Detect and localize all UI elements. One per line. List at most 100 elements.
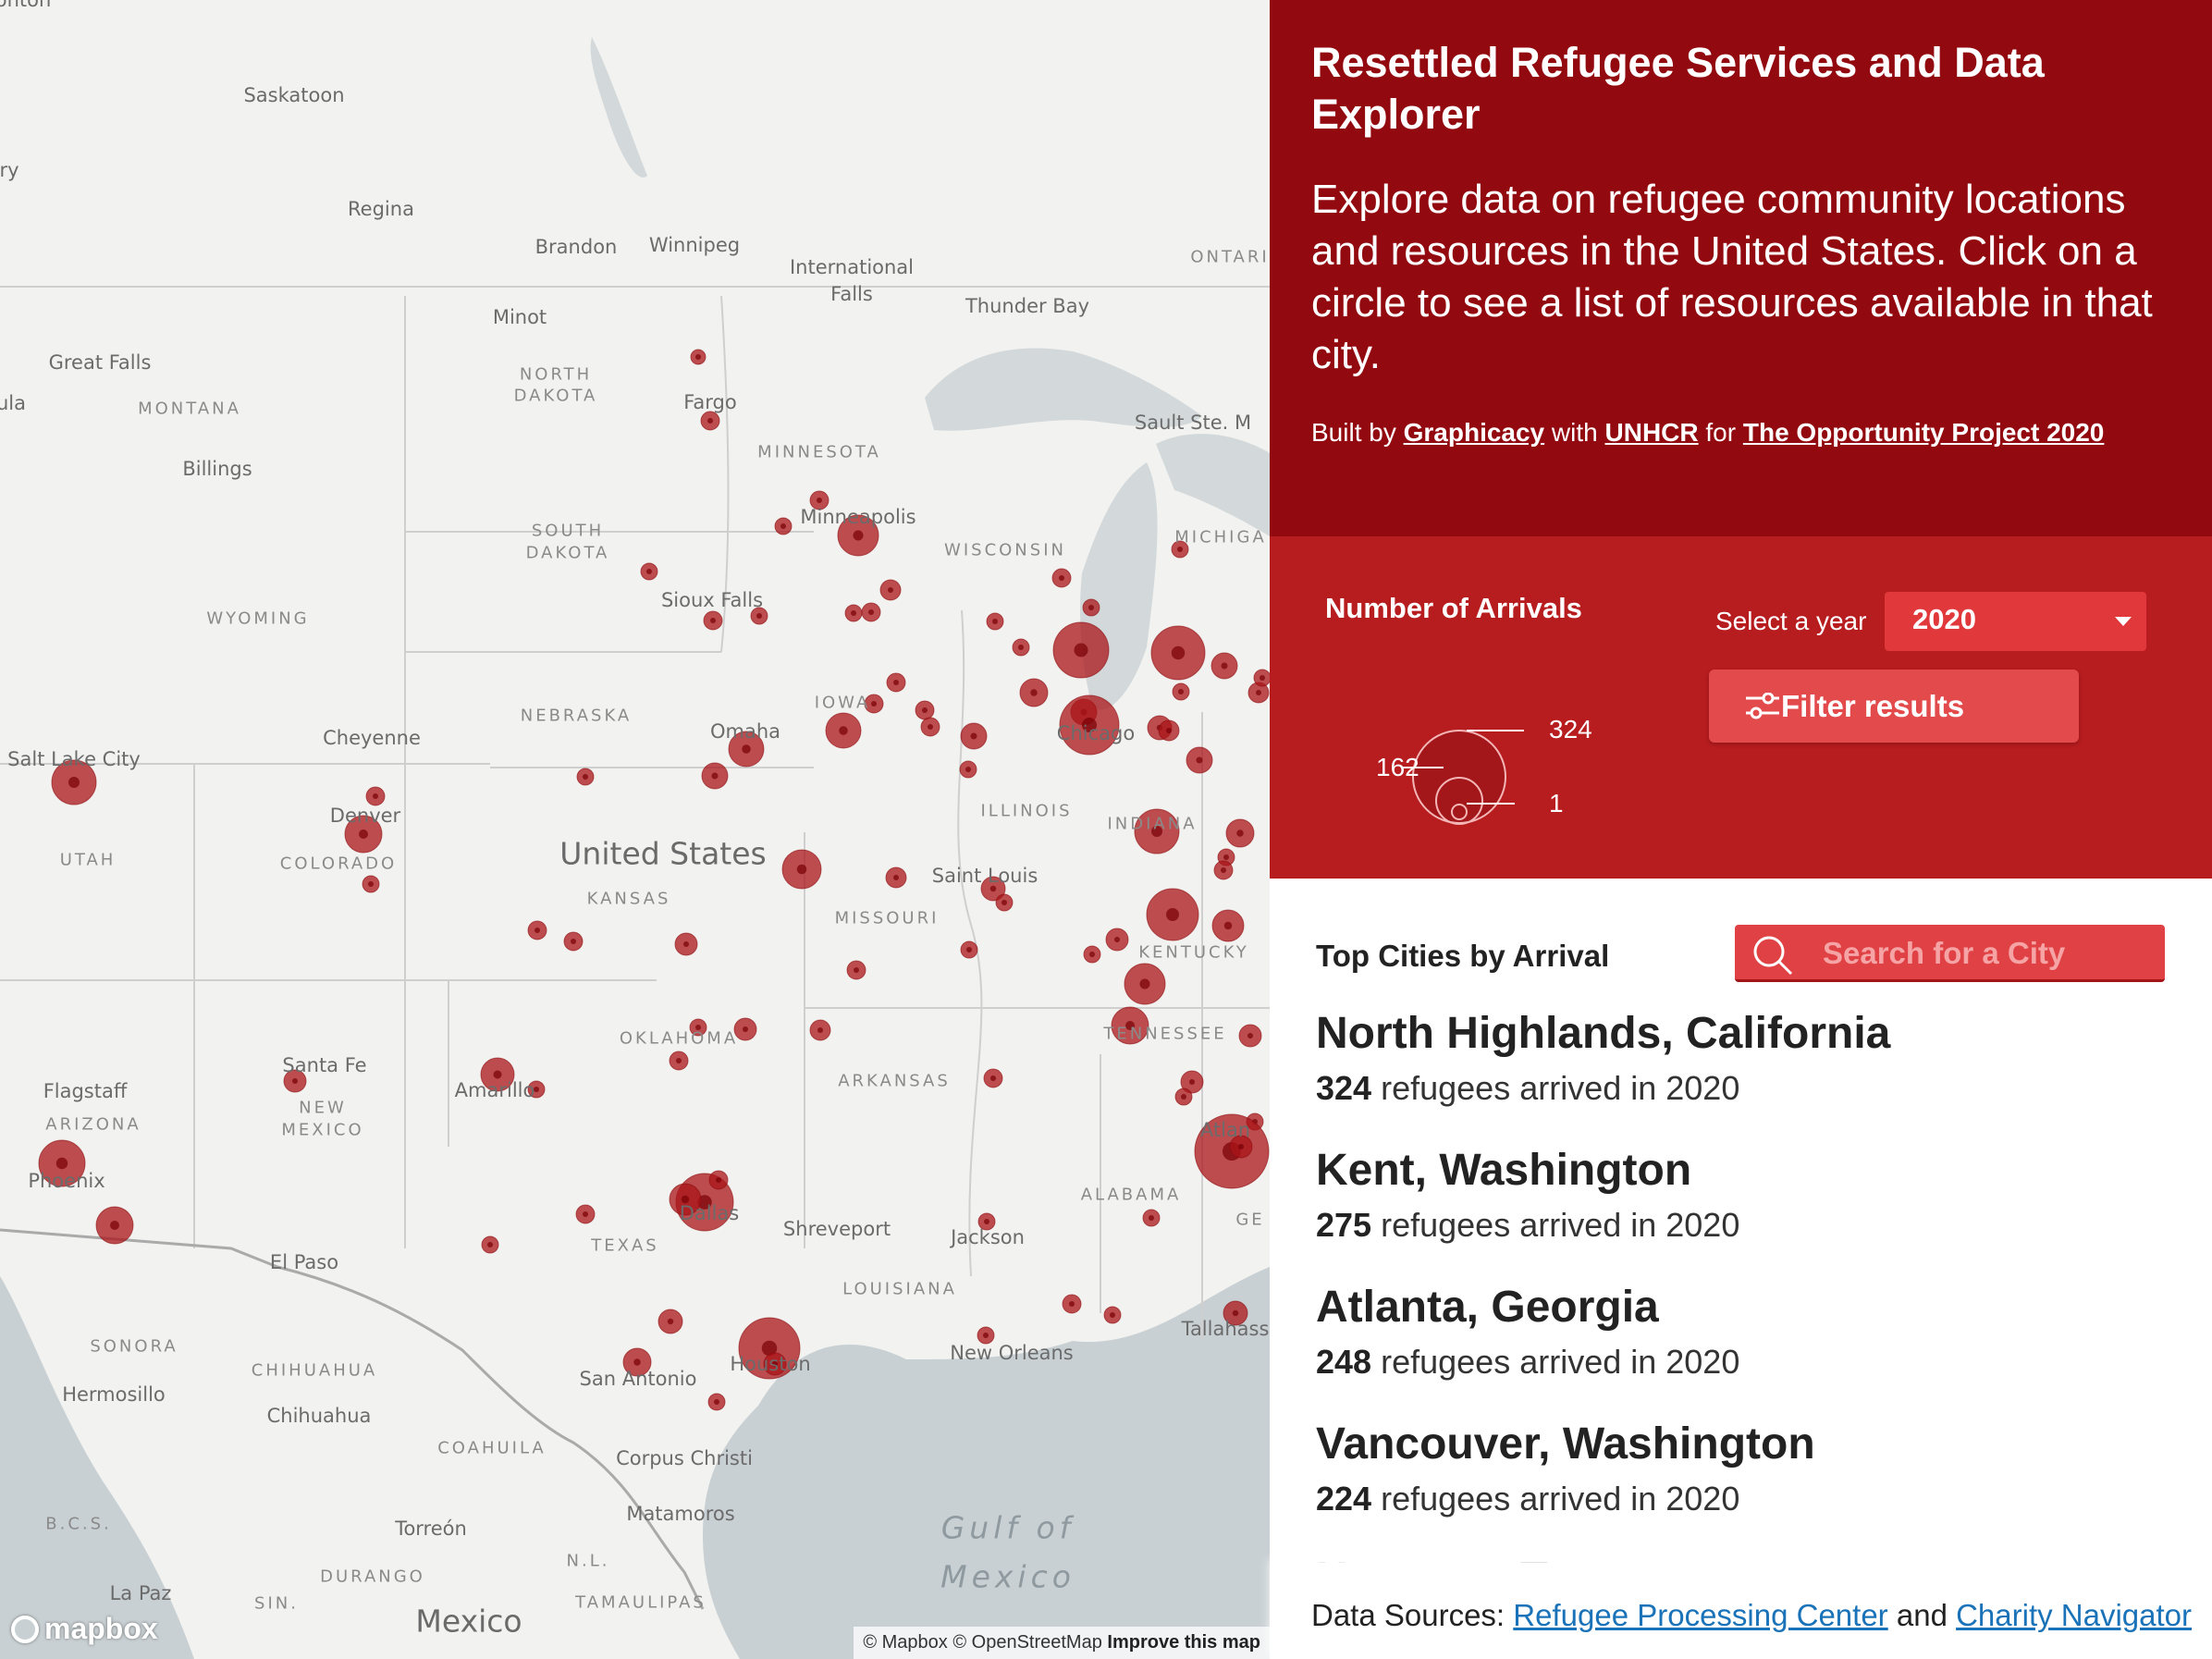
arrival-circle-center — [373, 793, 378, 799]
footer-prefix: Data Sources: — [1311, 1598, 1505, 1632]
legend-min-label: 1 — [1549, 789, 1564, 817]
arrival-circle-center — [1089, 952, 1095, 957]
arrival-circle-center — [714, 1399, 719, 1405]
arrival-circle-center — [854, 967, 859, 973]
arrival-circle-center — [710, 618, 716, 623]
arrival-circle-center — [868, 609, 874, 615]
sliders-icon — [1746, 693, 1779, 719]
arrival-circle-center — [970, 732, 977, 740]
arrival-circle-center — [893, 875, 899, 880]
arrival-circle-center — [853, 530, 864, 541]
refugee-map[interactable]: Saskatoon Regina Brandon Winnipeg Internatio… — [0, 0, 1270, 1659]
footer-and: and — [1896, 1598, 1948, 1632]
built-with: with — [1551, 418, 1598, 447]
city-name[interactable]: Houston, Texas — [1316, 1554, 1643, 1563]
arrival-circle-center — [1125, 1021, 1135, 1030]
arrival-circle-center — [743, 1026, 748, 1032]
arrival-circle-center — [1110, 1312, 1115, 1318]
mapbox-logo-icon — [11, 1615, 39, 1643]
arrival-circle-center — [359, 830, 368, 839]
arrival-circle-center — [1238, 1144, 1244, 1149]
arrival-circle-center — [1018, 645, 1024, 650]
filter-button-label: Filter results — [1781, 688, 1965, 723]
arrival-circle-center — [922, 707, 928, 713]
improve-map-link[interactable]: Improve this map — [1107, 1632, 1260, 1653]
city-arrivals: 275 refugees arrived in 2020 — [1316, 1206, 1739, 1245]
arrival-circle-center — [1082, 718, 1097, 732]
arrival-circle-center — [984, 1219, 989, 1224]
arrival-circle-center — [928, 724, 933, 730]
refugee-processing-center-link[interactable]: Refugee Processing Center — [1513, 1598, 1887, 1632]
city-arrival-suffix: refugees arrived in 2020 — [1381, 1480, 1740, 1518]
city-name[interactable]: Vancouver, Washington — [1316, 1419, 1815, 1469]
arrival-circle-center — [292, 1078, 298, 1084]
arrival-circle-center — [989, 885, 997, 892]
caret-down-icon — [2115, 617, 2132, 626]
arrival-circle-center — [1181, 1094, 1186, 1100]
arrival-circle-center — [1059, 575, 1064, 581]
arrival-circle-center — [1030, 689, 1038, 696]
city-name[interactable]: Atlanta, Georgia — [1316, 1282, 1659, 1333]
arrival-circle-center — [646, 569, 652, 574]
city-name[interactable]: North Highlands, California — [1316, 1008, 1890, 1059]
arrival-circle-center — [487, 1242, 493, 1247]
built-prefix: Built by — [1311, 418, 1396, 447]
credits-line: Built by Graphicacy with UNHCR for The O… — [1311, 418, 2170, 448]
opportunity-project-link[interactable]: The Opportunity Project 2020 — [1743, 418, 2105, 447]
arrival-circle-center — [1149, 1215, 1154, 1221]
arrival-circle-center — [55, 1157, 68, 1170]
arrival-circle-center — [676, 1058, 682, 1063]
arrival-circle-center — [110, 1221, 119, 1230]
arrival-circle-center — [1189, 1079, 1195, 1085]
mapbox-logo-text: mapbox — [44, 1612, 158, 1645]
city-arrivals: 224 refugees arrived in 2020 — [1316, 1480, 1739, 1518]
arrival-circle-center — [1166, 908, 1179, 921]
arrival-circle-center — [667, 1318, 674, 1325]
data-sources-footer: Data Sources: Refugee Processing Center … — [1270, 1566, 2212, 1659]
arrival-circle-center — [633, 1358, 641, 1366]
year-label: Select a year — [1715, 607, 1867, 635]
page-description: Explore data on refugee community locati… — [1311, 177, 2153, 377]
arrival-circle-center — [992, 619, 998, 624]
arrival-circle-center — [1178, 689, 1184, 694]
map-attribution: © Mapbox © OpenStreetMap Improve this ma… — [854, 1627, 1270, 1659]
arrival-circle-center — [711, 772, 719, 780]
mapbox-logo[interactable]: mapbox — [11, 1612, 158, 1646]
arrival-circle-center — [695, 1025, 701, 1030]
city-name[interactable]: Kent, Washington — [1316, 1145, 1691, 1196]
arrival-circle-center — [1221, 867, 1226, 873]
year-select[interactable]: 2020 — [1885, 592, 2146, 651]
arrival-circle-center — [756, 613, 762, 619]
arrival-circle-center — [368, 881, 374, 887]
mapbox-credit-link[interactable]: © Mapbox — [863, 1632, 947, 1653]
arrival-circle-center — [535, 928, 540, 933]
arrival-circle-center — [871, 701, 877, 707]
city-arrivals: 324 refugees arrived in 2020 — [1316, 1069, 1739, 1108]
arrival-circle-center — [1166, 728, 1172, 733]
arrival-circle-center — [780, 523, 786, 529]
arrival-circle-center — [851, 610, 856, 616]
charity-navigator-link[interactable]: Charity Navigator — [1956, 1598, 2192, 1632]
arrival-circle-center — [817, 498, 822, 503]
filter-results-button[interactable]: Filter results — [1709, 670, 2079, 743]
arrival-circle-center — [1223, 921, 1233, 930]
unhcr-link[interactable]: UNHCR — [1605, 418, 1699, 447]
legend-mid-label: 162 — [1376, 753, 1419, 781]
osm-credit-link[interactable]: © OpenStreetMap — [952, 1632, 1101, 1653]
top-cities-list[interactable]: North Highlands, California 324 refugees… — [1270, 879, 2212, 1563]
arrival-circle-center — [1196, 756, 1203, 764]
arrival-circle-center — [68, 777, 80, 788]
arrival-circle-center — [1069, 1301, 1075, 1307]
arrival-circle-center — [1221, 662, 1228, 670]
graphicacy-link[interactable]: Graphicacy — [1404, 418, 1545, 447]
arrival-circle-center — [1177, 547, 1183, 552]
arrival-circle-center — [965, 767, 971, 772]
arrival-circle-center — [817, 1027, 823, 1033]
arrival-circle-center — [716, 1177, 721, 1183]
arrival-circle-center — [493, 1070, 502, 1079]
arrival-circle-center — [1114, 937, 1120, 942]
arrival-circle-center — [1223, 854, 1229, 860]
city-arrival-suffix: refugees arrived in 2020 — [1381, 1069, 1740, 1107]
page-title: Resettled Refugee Services and Data Expl… — [1311, 39, 2045, 138]
arrival-circle-center — [681, 1195, 690, 1204]
